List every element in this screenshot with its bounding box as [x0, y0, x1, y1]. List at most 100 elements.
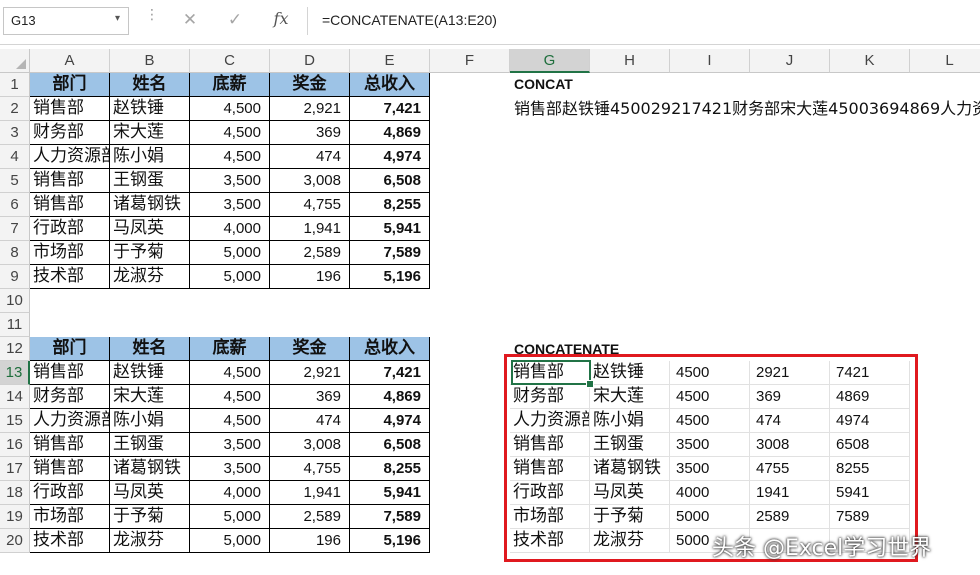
column-header-c[interactable]: C: [190, 49, 270, 73]
table1-cell[interactable]: 4,974: [350, 145, 430, 169]
column-header-a[interactable]: A: [30, 49, 110, 73]
table2-cell[interactable]: 1,941: [270, 481, 350, 505]
table2-cell[interactable]: 6,508: [350, 433, 430, 457]
table1-cell[interactable]: 人力资源部: [30, 145, 110, 169]
table1-cell[interactable]: 财务部: [30, 121, 110, 145]
table2-cell[interactable]: 市场部: [30, 505, 110, 529]
table2-cell[interactable]: 2,921: [270, 361, 350, 385]
column-header-h[interactable]: H: [590, 49, 670, 73]
table1-cell[interactable]: 龙淑芬: [110, 265, 190, 289]
fill-handle[interactable]: [586, 380, 594, 388]
table1-cell[interactable]: 4,869: [350, 121, 430, 145]
table1-cell[interactable]: 7,421: [350, 97, 430, 121]
concatenate-cell[interactable]: 于予菊: [590, 505, 670, 529]
table2-cell[interactable]: 诸葛钢铁: [110, 457, 190, 481]
table1-cell[interactable]: 陈小娟: [110, 145, 190, 169]
table1-cell[interactable]: 销售部: [30, 97, 110, 121]
table2-header-cell[interactable]: 部门: [30, 337, 110, 361]
table1-cell[interactable]: 4,500: [190, 97, 270, 121]
table2-cell[interactable]: 474: [270, 409, 350, 433]
concatenate-cell[interactable]: 474: [750, 409, 830, 433]
table1-cell[interactable]: 3,008: [270, 169, 350, 193]
concatenate-cell[interactable]: 销售部: [510, 457, 590, 481]
table2-cell[interactable]: 4,869: [350, 385, 430, 409]
concatenate-cell[interactable]: 4500: [670, 409, 750, 433]
column-header-i[interactable]: I: [670, 49, 750, 73]
table1-cell[interactable]: 2,921: [270, 97, 350, 121]
row-header-8[interactable]: 8: [0, 241, 30, 265]
table1-cell[interactable]: 市场部: [30, 241, 110, 265]
concatenate-cell[interactable]: 4500: [670, 385, 750, 409]
name-box-value[interactable]: G13: [11, 13, 36, 28]
table2-cell[interactable]: 赵铁锤: [110, 361, 190, 385]
table2-cell[interactable]: 人力资源部: [30, 409, 110, 433]
table2-cell[interactable]: 2,589: [270, 505, 350, 529]
concatenate-label[interactable]: CONCATENATE: [514, 338, 619, 361]
table2-cell[interactable]: 行政部: [30, 481, 110, 505]
table2-cell[interactable]: 销售部: [30, 457, 110, 481]
concatenate-cell[interactable]: 4000: [670, 481, 750, 505]
table2-cell[interactable]: 5,941: [350, 481, 430, 505]
table1-cell[interactable]: 行政部: [30, 217, 110, 241]
table1-cell[interactable]: 5,941: [350, 217, 430, 241]
table2-cell[interactable]: 5,000: [190, 529, 270, 553]
concatenate-cell[interactable]: 8255: [830, 457, 910, 481]
table2-cell[interactable]: 3,500: [190, 457, 270, 481]
table1-cell[interactable]: 销售部: [30, 193, 110, 217]
table2-cell[interactable]: 4,974: [350, 409, 430, 433]
worksheet-grid[interactable]: ABCDEFGHIJKL 1 2 3 4 5 6 7 8 9 10 11 12 13 14 15 16 17 18…: [0, 44, 980, 575]
concatenate-cell[interactable]: 销售部: [510, 433, 590, 457]
concatenate-cell[interactable]: 王钢蛋: [590, 433, 670, 457]
table1-cell[interactable]: 1,941: [270, 217, 350, 241]
grip-icon[interactable]: ⋮: [145, 8, 159, 30]
table1-cell[interactable]: 3,500: [190, 169, 270, 193]
concatenate-cell[interactable]: 龙淑芬: [590, 529, 670, 553]
concatenate-cell[interactable]: 市场部: [510, 505, 590, 529]
table2-cell[interactable]: 4,500: [190, 361, 270, 385]
concatenate-cell[interactable]: 5941: [830, 481, 910, 505]
row-header-10[interactable]: 10: [0, 289, 30, 313]
table1-cell[interactable]: 8,255: [350, 193, 430, 217]
table1-cell[interactable]: 6,508: [350, 169, 430, 193]
insert-function-icon[interactable]: fx: [270, 9, 292, 31]
table2-cell[interactable]: 7,421: [350, 361, 430, 385]
concatenate-cell[interactable]: 3500: [670, 433, 750, 457]
concatenate-cell[interactable]: 7421: [830, 361, 910, 385]
concatenate-cell[interactable]: 7589: [830, 505, 910, 529]
row-header-1[interactable]: 1: [0, 73, 30, 97]
formula-input[interactable]: =CONCATENATE(A13:E20): [307, 7, 979, 35]
column-header-e[interactable]: E: [350, 49, 430, 73]
concat-label[interactable]: CONCAT: [514, 73, 573, 96]
table2-cell[interactable]: 技术部: [30, 529, 110, 553]
row-header-5[interactable]: 5: [0, 169, 30, 193]
table1-cell[interactable]: 3,500: [190, 193, 270, 217]
table2-cell[interactable]: 4,755: [270, 457, 350, 481]
table1-header-cell[interactable]: 底薪: [190, 73, 270, 97]
concatenate-cell[interactable]: 陈小娟: [590, 409, 670, 433]
concatenate-cell[interactable]: 宋大莲: [590, 385, 670, 409]
concat-result[interactable]: 销售部赵铁锤450029217421财务部宋大莲45003694869人力资: [514, 97, 980, 120]
table1-cell[interactable]: 诸葛钢铁: [110, 193, 190, 217]
table2-cell[interactable]: 4,000: [190, 481, 270, 505]
concatenate-cell[interactable]: 6508: [830, 433, 910, 457]
column-header-f[interactable]: F: [430, 49, 510, 73]
concatenate-cell[interactable]: 4869: [830, 385, 910, 409]
concatenate-cell[interactable]: 行政部: [510, 481, 590, 505]
table1-cell[interactable]: 王钢蛋: [110, 169, 190, 193]
table2-cell[interactable]: 于予菊: [110, 505, 190, 529]
row-header-19[interactable]: 19: [0, 505, 30, 529]
concatenate-cell[interactable]: 5000: [670, 505, 750, 529]
table1-cell[interactable]: 4,000: [190, 217, 270, 241]
concatenate-cell[interactable]: 马凤英: [590, 481, 670, 505]
table2-cell[interactable]: 4,500: [190, 409, 270, 433]
column-header-g[interactable]: G: [510, 49, 590, 73]
table2-cell[interactable]: 销售部: [30, 433, 110, 457]
enter-check-icon[interactable]: ✓: [225, 10, 245, 32]
row-header-14[interactable]: 14: [0, 385, 30, 409]
table2-cell[interactable]: 财务部: [30, 385, 110, 409]
table1-cell[interactable]: 宋大莲: [110, 121, 190, 145]
table1-header-cell[interactable]: 部门: [30, 73, 110, 97]
concatenate-cell[interactable]: 2589: [750, 505, 830, 529]
concatenate-cell[interactable]: 1941: [750, 481, 830, 505]
cancel-icon[interactable]: ✕: [180, 10, 200, 32]
